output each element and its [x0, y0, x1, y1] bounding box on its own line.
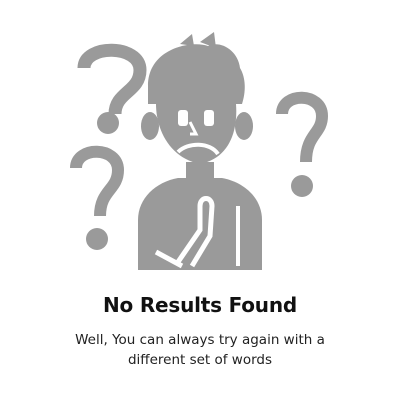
empty-state: No Results Found Well, You can always tr… — [0, 0, 400, 400]
question-mark-icon — [77, 43, 147, 134]
empty-state-title: No Results Found — [102, 293, 298, 317]
question-mark-icon — [70, 145, 125, 250]
confused-person-icon — [70, 32, 329, 270]
question-mark-icon — [276, 91, 329, 197]
empty-state-message: Well, You can always try again with a di… — [75, 332, 325, 368]
